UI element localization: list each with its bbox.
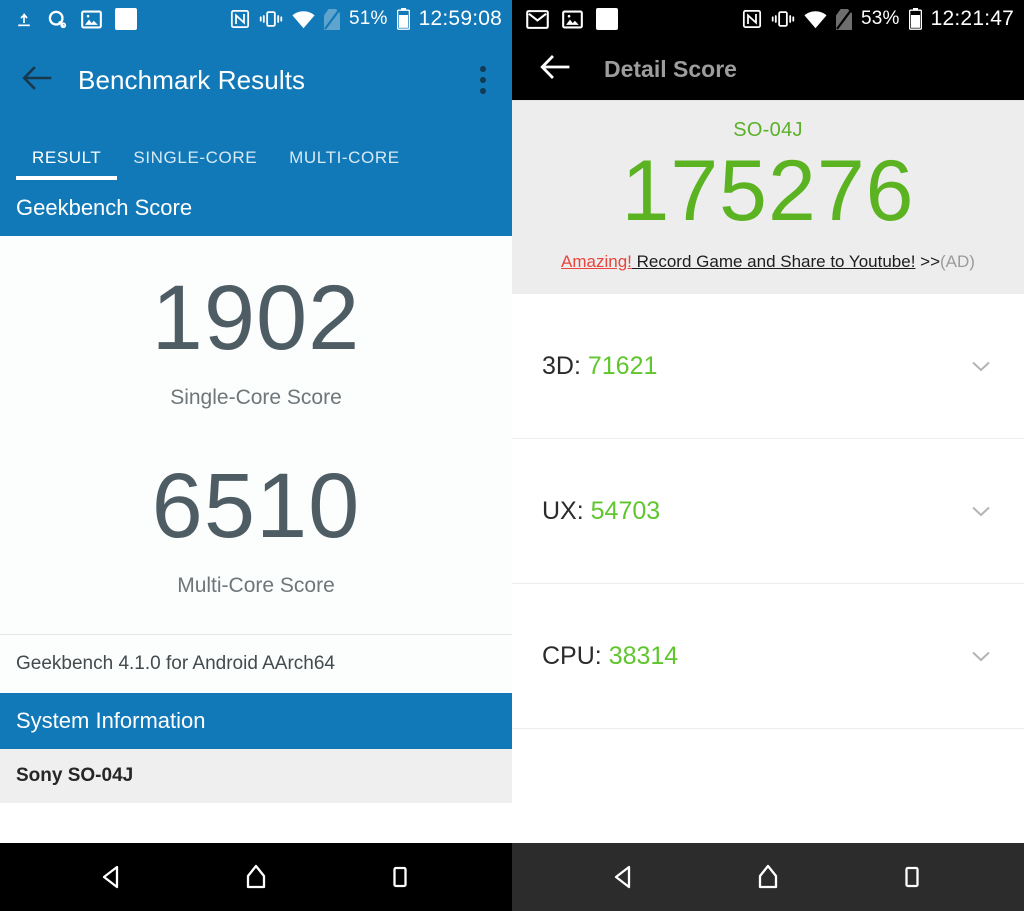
status-clock: 12:59:08 xyxy=(418,7,502,30)
detail-row-value: 54703 xyxy=(590,496,661,525)
nfc-icon xyxy=(742,9,762,29)
detail-row-label: UX: 54703 xyxy=(542,497,660,526)
total-score-value: 175276 xyxy=(621,143,915,239)
ad-tag-label: (AD) xyxy=(940,252,975,272)
blank-square-icon xyxy=(596,8,618,30)
ad-arrows: >> xyxy=(915,252,941,272)
left-status-system-icons: 51% 12:59:08 xyxy=(230,7,502,31)
section-title: System Information xyxy=(16,708,206,733)
left-navigation-bar xyxy=(0,843,512,911)
wifi-icon xyxy=(292,10,315,29)
nav-home-icon[interactable] xyxy=(226,847,286,907)
left-status-notification-icons xyxy=(14,8,137,30)
status-clock: 12:21:47 xyxy=(930,7,1014,30)
page-title: Detail Score xyxy=(604,55,737,82)
detail-row-cpu[interactable]: CPU: 38314 xyxy=(512,584,1024,730)
tab-single-core[interactable]: SINGLE-CORE xyxy=(117,148,273,180)
geekbench-results-body: 1902 Single-Core Score 6510 Multi-Core S… xyxy=(0,236,512,693)
tab-result[interactable]: RESULT xyxy=(16,148,118,180)
detail-row-key: 3D: xyxy=(542,351,581,380)
detail-row-label: CPU: 38314 xyxy=(542,642,678,671)
image-icon xyxy=(81,10,102,29)
geekbench-tab-bar: RESULT SINGLE-CORE MULTI-CORE xyxy=(0,122,512,180)
page-title: Benchmark Results xyxy=(78,64,306,95)
nfc-icon xyxy=(230,9,250,29)
dual-screenshot-comparison: 51% 12:59:08 Benchmark Results RESULT SI… xyxy=(0,0,1024,911)
section-title: Geekbench Score xyxy=(16,195,193,220)
wifi-icon xyxy=(804,10,827,29)
detail-score-list: 3D: 71621 UX: 54703 CPU: 38314 xyxy=(512,294,1024,730)
no-sim-icon xyxy=(324,8,340,30)
system-information-section-header: System Information xyxy=(0,693,512,749)
chevron-down-icon[interactable] xyxy=(968,353,994,379)
geekbench-version-label: Geekbench 4.1.0 for Android AArch64 xyxy=(0,635,512,693)
multi-core-score-label: Multi-Core Score xyxy=(177,574,335,597)
chevron-down-icon[interactable] xyxy=(968,498,994,524)
image-icon xyxy=(562,10,583,29)
right-status-bar: 53% 12:21:47 xyxy=(512,0,1024,38)
upload-icon xyxy=(14,9,34,29)
total-score-hero: SO-04J 175276 Amazing! Record Game and S… xyxy=(512,100,1024,295)
geekbench-score-section-header: Geekbench Score xyxy=(0,180,512,236)
battery-icon xyxy=(908,8,922,30)
detail-row-key: UX: xyxy=(542,496,584,525)
single-core-score-label: Single-Core Score xyxy=(170,386,342,409)
single-core-score-block: 1902 Single-Core Score xyxy=(0,236,512,428)
nav-recents-icon[interactable] xyxy=(370,847,430,907)
single-core-score-value: 1902 xyxy=(151,267,361,369)
battery-percent-label: 53% xyxy=(861,8,900,29)
left-phone-screenshot: 51% 12:59:08 Benchmark Results RESULT SI… xyxy=(0,0,512,911)
nav-recents-icon[interactable] xyxy=(882,847,942,907)
ad-highlight-text: Amazing! xyxy=(561,252,632,272)
multi-core-score-block: 6510 Multi-Core Score xyxy=(0,428,512,634)
detail-row-label: 3D: 71621 xyxy=(542,352,657,381)
right-navigation-bar xyxy=(512,843,1024,911)
right-status-notification-icons xyxy=(526,8,618,30)
tab-multi-core[interactable]: MULTI-CORE xyxy=(273,148,416,180)
detail-row-value: 71621 xyxy=(587,351,658,380)
detail-row-value: 38314 xyxy=(608,641,679,670)
battery-percent-label: 51% xyxy=(349,8,388,29)
overflow-menu-icon[interactable] xyxy=(470,58,496,102)
device-name-label: SO-04J xyxy=(733,119,803,141)
back-arrow-icon[interactable] xyxy=(22,65,52,96)
right-phone-screenshot: 53% 12:21:47 Detail Score SO-04J 175276 … xyxy=(512,0,1024,911)
battery-icon xyxy=(396,8,410,30)
multi-core-score-value: 6510 xyxy=(151,455,361,557)
antutu-app-bar: Detail Score xyxy=(512,38,1024,100)
vibrate-icon xyxy=(771,9,795,29)
geekbench-app-bar: Benchmark Results xyxy=(0,38,512,122)
detail-row-3d[interactable]: 3D: 71621 xyxy=(512,294,1024,440)
ad-body-text: Record Game and Share to Youtube! xyxy=(631,252,916,272)
left-status-bar: 51% 12:59:08 xyxy=(0,0,512,38)
no-sim-icon xyxy=(836,8,852,30)
system-information-device-row: Sony SO-04J xyxy=(0,749,512,803)
nav-home-icon[interactable] xyxy=(738,847,798,907)
nav-back-icon[interactable] xyxy=(82,847,142,907)
advertisement-banner[interactable]: Amazing! Record Game and Share to Youtub… xyxy=(512,252,1024,272)
gmail-icon xyxy=(526,9,549,29)
detail-row-key: CPU: xyxy=(542,641,602,670)
right-status-system-icons: 53% 12:21:47 xyxy=(742,7,1014,31)
account-key-icon xyxy=(47,9,68,30)
chevron-down-icon[interactable] xyxy=(968,643,994,669)
back-arrow-icon[interactable] xyxy=(540,54,570,85)
blank-square-icon xyxy=(115,8,137,30)
vibrate-icon xyxy=(259,9,283,29)
detail-row-ux[interactable]: UX: 54703 xyxy=(512,439,1024,585)
nav-back-icon[interactable] xyxy=(594,847,654,907)
